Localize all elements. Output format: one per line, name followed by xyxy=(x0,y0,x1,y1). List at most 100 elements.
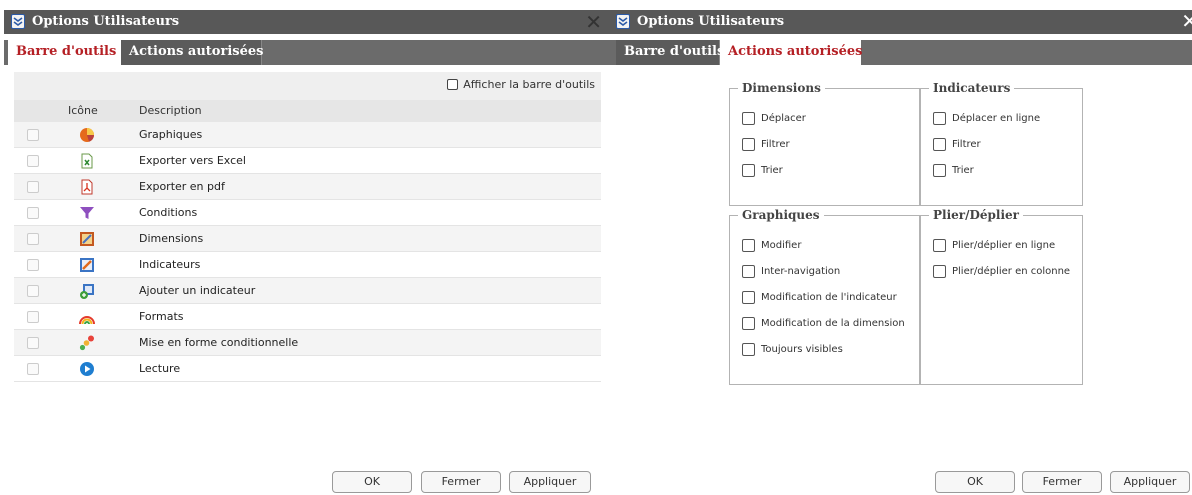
option-row[interactable]: Plier/déplier en ligne xyxy=(933,239,1055,252)
option-row[interactable]: Filtrer xyxy=(742,138,790,151)
dialog-title: Options Utilisateurs xyxy=(637,14,785,29)
option-row[interactable]: Inter-navigation xyxy=(742,265,840,278)
option-checkbox[interactable] xyxy=(933,138,946,151)
apply-button[interactable]: Appliquer xyxy=(1110,471,1190,493)
table-header: Icône Description xyxy=(14,100,601,122)
row-checkbox[interactable] xyxy=(27,233,39,245)
option-checkbox[interactable] xyxy=(742,239,755,252)
close-icon[interactable]: ✕ xyxy=(585,10,602,34)
table-row[interactable]: Exporter en pdf xyxy=(14,174,601,200)
row-description: Graphiques xyxy=(139,128,203,141)
row-checkbox[interactable] xyxy=(27,285,39,297)
user-options-dialog-toolbar: Options Utilisateurs ✕ Barre d'outils Ac… xyxy=(4,10,610,495)
option-checkbox[interactable] xyxy=(742,265,755,278)
option-checkbox[interactable] xyxy=(742,291,755,304)
toolbar-options-strip: Afficher la barre d'outils xyxy=(14,72,601,100)
table-row[interactable]: Ajouter un indicateur xyxy=(14,278,601,304)
tab-toolbar[interactable]: Barre d'outils xyxy=(616,40,724,65)
option-label: Plier/déplier en ligne xyxy=(952,240,1056,251)
apply-button[interactable]: Appliquer xyxy=(509,471,591,493)
option-row[interactable]: Trier xyxy=(933,164,974,177)
option-checkbox[interactable] xyxy=(742,112,755,125)
close-button[interactable]: Fermer xyxy=(1022,471,1102,493)
ok-button[interactable]: OK xyxy=(935,471,1015,493)
row-description: Lecture xyxy=(139,362,181,375)
group-title: Graphiques xyxy=(738,208,824,222)
option-row[interactable]: Trier xyxy=(742,164,783,177)
option-checkbox[interactable] xyxy=(933,164,946,177)
option-label: Trier xyxy=(952,165,974,176)
option-row[interactable]: Modification de l'indicateur xyxy=(742,291,897,304)
option-label: Modification de l'indicateur xyxy=(761,292,897,303)
option-row[interactable]: Modification de la dimension xyxy=(742,317,905,330)
option-row[interactable]: Modifier xyxy=(742,239,801,252)
show-toolbar-label: Afficher la barre d'outils xyxy=(463,78,595,91)
row-description: Mise en forme conditionnelle xyxy=(139,336,299,349)
option-label: Trier xyxy=(761,165,783,176)
filter-funnel-icon xyxy=(80,207,94,219)
table-row[interactable]: Dimensions xyxy=(14,226,601,252)
option-label: Déplacer xyxy=(761,113,806,124)
dialog-app-icon xyxy=(11,14,25,29)
tab-allowed-actions[interactable]: Actions autorisées xyxy=(720,40,862,65)
option-row[interactable]: Plier/déplier en colonne xyxy=(933,265,1070,278)
close-icon[interactable]: ✕ xyxy=(1181,10,1192,32)
row-checkbox[interactable] xyxy=(27,259,39,271)
group-title: Indicateurs xyxy=(929,81,1015,95)
option-label: Modification de la dimension xyxy=(761,318,905,329)
option-checkbox[interactable] xyxy=(933,239,946,252)
option-checkbox[interactable] xyxy=(933,265,946,278)
table-row[interactable]: Indicateurs xyxy=(14,252,601,278)
option-checkbox[interactable] xyxy=(742,164,755,177)
row-checkbox[interactable] xyxy=(27,207,39,219)
option-checkbox[interactable] xyxy=(742,138,755,151)
dialog-title: Options Utilisateurs xyxy=(32,14,180,29)
table-row[interactable]: Formats xyxy=(14,304,601,330)
dialog-titlebar[interactable]: Options Utilisateurs xyxy=(4,10,610,34)
row-checkbox[interactable] xyxy=(27,155,39,167)
close-button[interactable]: Fermer xyxy=(421,471,501,493)
dialog-titlebar[interactable]: Options Utilisateurs ✕ xyxy=(609,10,1192,34)
row-description: Formats xyxy=(139,310,184,323)
option-checkbox[interactable] xyxy=(933,112,946,125)
table-row[interactable]: Conditions xyxy=(14,200,601,226)
row-checkbox[interactable] xyxy=(27,337,39,349)
tab-allowed-actions[interactable]: Actions autorisées xyxy=(121,40,263,65)
row-checkbox[interactable] xyxy=(27,311,39,323)
user-options-dialog-actions: Options Utilisateurs ✕ Barre d'outils Ac… xyxy=(609,10,1192,495)
pie-chart-icon xyxy=(80,128,94,142)
row-checkbox[interactable] xyxy=(27,129,39,141)
column-header-description[interactable]: Description xyxy=(139,104,202,117)
show-toolbar-checkbox[interactable] xyxy=(447,79,459,90)
table-row[interactable]: Mise en forme conditionnelle xyxy=(14,330,601,356)
toolbar-items-table: Icône Description Graphiques Exporter ve… xyxy=(14,100,601,382)
row-checkbox[interactable] xyxy=(27,363,39,375)
option-checkbox[interactable] xyxy=(742,343,755,356)
option-label: Déplacer en ligne xyxy=(952,113,1041,124)
ok-button[interactable]: OK xyxy=(332,471,412,493)
table-row[interactable]: Graphiques xyxy=(14,122,601,148)
option-row[interactable]: Toujours visibles xyxy=(742,343,843,356)
group-dimensions: Dimensions Déplacer Filtrer Trier xyxy=(729,81,920,206)
option-row[interactable]: Déplacer xyxy=(742,112,806,125)
tab-bar: Barre d'outils Actions autorisées xyxy=(609,40,1192,65)
show-toolbar-option[interactable]: Afficher la barre d'outils xyxy=(447,78,595,91)
excel-file-icon xyxy=(81,153,93,169)
table-row[interactable]: Lecture xyxy=(14,356,601,382)
option-label: Modifier xyxy=(761,240,802,251)
group-indicators: Indicateurs Déplacer en ligne Filtrer Tr… xyxy=(920,81,1083,206)
table-row[interactable]: Exporter vers Excel xyxy=(14,148,601,174)
column-header-icon[interactable]: Icône xyxy=(68,104,98,117)
option-row[interactable]: Filtrer xyxy=(933,138,981,151)
row-description: Exporter vers Excel xyxy=(139,154,246,167)
row-description: Conditions xyxy=(139,206,198,219)
row-description: Dimensions xyxy=(139,232,204,245)
group-title: Plier/Déplier xyxy=(929,208,1023,222)
option-checkbox[interactable] xyxy=(742,317,755,330)
row-checkbox[interactable] xyxy=(27,181,39,193)
option-label: Filtrer xyxy=(952,139,981,150)
pdf-file-icon xyxy=(81,179,93,195)
rainbow-icon xyxy=(79,316,95,325)
tab-toolbar[interactable]: Barre d'outils xyxy=(8,40,121,65)
option-row[interactable]: Déplacer en ligne xyxy=(933,112,1040,125)
